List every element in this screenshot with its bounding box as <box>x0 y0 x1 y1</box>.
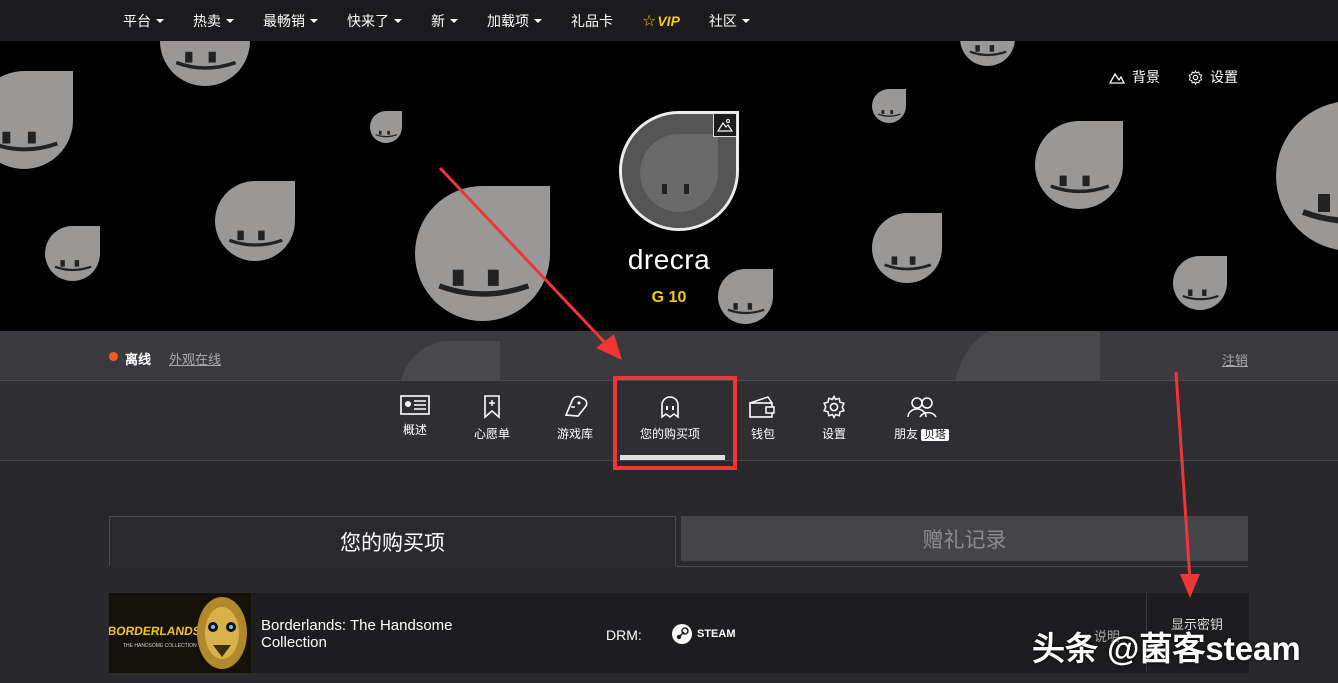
chevron-down-icon <box>741 18 750 23</box>
tab-label: 心愿单 <box>474 427 511 441</box>
nav-coming-soon-label: 快来了 <box>347 12 389 29</box>
tab-settings[interactable]: 设置 <box>822 395 846 442</box>
gear-icon <box>823 395 845 419</box>
tab-overview[interactable]: 概述 <box>400 395 430 438</box>
status-text: 离线 <box>125 352 152 367</box>
nav-community-label: 社区 <box>708 12 737 29</box>
settings-label: 设置 <box>1210 69 1238 85</box>
nav-gift-cards-label: 礼品卡 <box>571 12 613 29</box>
nav-new-label: 新 <box>431 12 445 29</box>
steam-logo: STEAM <box>671 623 736 645</box>
profile-avatar <box>619 111 739 231</box>
wallet-icon <box>749 396 775 418</box>
tab-wishlist[interactable]: 心愿单 <box>474 395 510 442</box>
tab-library[interactable]: 游戏库 <box>557 395 593 442</box>
steam-icon <box>672 624 692 644</box>
nav-hot-sale[interactable]: 热卖 <box>193 11 234 31</box>
background-label: 背景 <box>1132 69 1160 85</box>
subtab-purchases[interactable]: 您的购买项 <box>109 516 676 566</box>
subtab-gift-history[interactable]: 赠礼记录 <box>681 516 1248 561</box>
drm-label: DRM: <box>606 627 642 643</box>
ghost-icon <box>661 396 679 419</box>
user-level: G 10 <box>651 289 687 306</box>
nav-bestseller[interactable]: 最畅销 <box>263 11 318 31</box>
nav-coming-soon[interactable]: 快来了 <box>347 11 402 31</box>
overview-icon <box>400 395 430 415</box>
chevron-down-icon <box>310 18 318 23</box>
tab-wallet[interactable]: 钱包 <box>748 395 778 442</box>
tab-friends[interactable]: 朋友 贝塔 <box>894 395 950 442</box>
gamepad-icon <box>564 395 588 417</box>
hero-actions: 背景 设置 <box>1109 67 1238 87</box>
game-cover-image[interactable]: BORDERLANDS THE HANDSOME COLLECTION <box>109 593 251 673</box>
logout-link[interactable]: 注销 <box>1222 350 1248 369</box>
top-navigation: 平台 热卖 最畅销 快来了 新 加载项 礼品卡 ☆ VIP 社区 <box>0 0 1338 41</box>
chevron-down-icon <box>156 18 164 23</box>
tab-label: 设置 <box>822 427 847 441</box>
tab-label: 钱包 <box>750 427 775 441</box>
drm-platform-label: STEAM <box>697 628 736 640</box>
friends-icon <box>906 397 937 418</box>
bookmark-icon <box>484 395 500 419</box>
nav-bestseller-label: 最畅销 <box>263 12 305 29</box>
subtab-divider <box>676 566 1248 567</box>
beta-badge: 贝塔 <box>921 429 950 441</box>
tab-label: 您的购买项 <box>640 427 701 441</box>
tab-friends-label-wrap: 朋友 贝塔 <box>894 425 950 442</box>
profile-tabs: 概述 心愿单 游戏库 您的购买项 钱包 设置 朋友 贝塔 <box>0 381 1338 461</box>
chevron-down-icon <box>394 18 402 23</box>
nav-addons-label: 加载项 <box>487 12 529 29</box>
nav-hot-sale-label: 热卖 <box>193 12 221 29</box>
chevron-down-icon <box>226 18 234 23</box>
nav-community[interactable]: 社区 <box>709 11 750 31</box>
nav-addons[interactable]: 加载项 <box>487 11 542 31</box>
nav-new[interactable]: 新 <box>431 11 458 31</box>
nav-platform-label: 平台 <box>123 12 151 29</box>
chevron-down-icon <box>450 18 458 23</box>
tab-purchases[interactable]: 您的购买项 <box>640 395 700 442</box>
background-button[interactable]: 背景 <box>1109 67 1160 87</box>
chevron-down-icon <box>534 18 542 23</box>
nav-gift-cards[interactable]: 礼品卡 <box>571 11 613 31</box>
tab-label: 概述 <box>402 423 427 437</box>
svg-text:BORDERLANDS: BORDERLANDS <box>109 624 202 638</box>
settings-button[interactable]: 设置 <box>1188 67 1238 87</box>
username: drecra <box>627 244 711 275</box>
nav-platform[interactable]: 平台 <box>123 11 164 31</box>
mountain-image-icon <box>1109 72 1125 84</box>
edit-avatar-button[interactable] <box>713 113 737 137</box>
active-tab-indicator <box>620 455 725 460</box>
watermark: 头条 @菌客steam <box>1032 630 1301 667</box>
game-title[interactable]: Borderlands: The Handsome Collection <box>261 617 521 651</box>
svg-text:THE HANDSOME COLLECTION: THE HANDSOME COLLECTION <box>123 643 197 649</box>
tab-label: 朋友 <box>894 427 919 441</box>
nav-vip[interactable]: ☆ VIP <box>642 11 680 31</box>
gear-icon <box>1188 69 1203 85</box>
tab-label: 游戏库 <box>557 427 594 441</box>
borderlands-cover-art: BORDERLANDS THE HANDSOME COLLECTION <box>109 593 251 673</box>
appear-online-link[interactable]: 外观在线 <box>169 349 221 368</box>
status-bar: 离线 外观在线 注销 <box>0 331 1338 381</box>
status-dot <box>109 352 118 361</box>
profile-banner: 背景 设置 drecra G 10 <box>0 41 1338 331</box>
star-icon: ☆ <box>642 12 657 30</box>
page-root: 平台 热卖 最畅销 快来了 新 加载项 礼品卡 ☆ VIP 社区 背景 设置 d… <box>0 0 1338 683</box>
nav-vip-label: VIP <box>657 12 680 29</box>
image-icon <box>717 119 733 132</box>
